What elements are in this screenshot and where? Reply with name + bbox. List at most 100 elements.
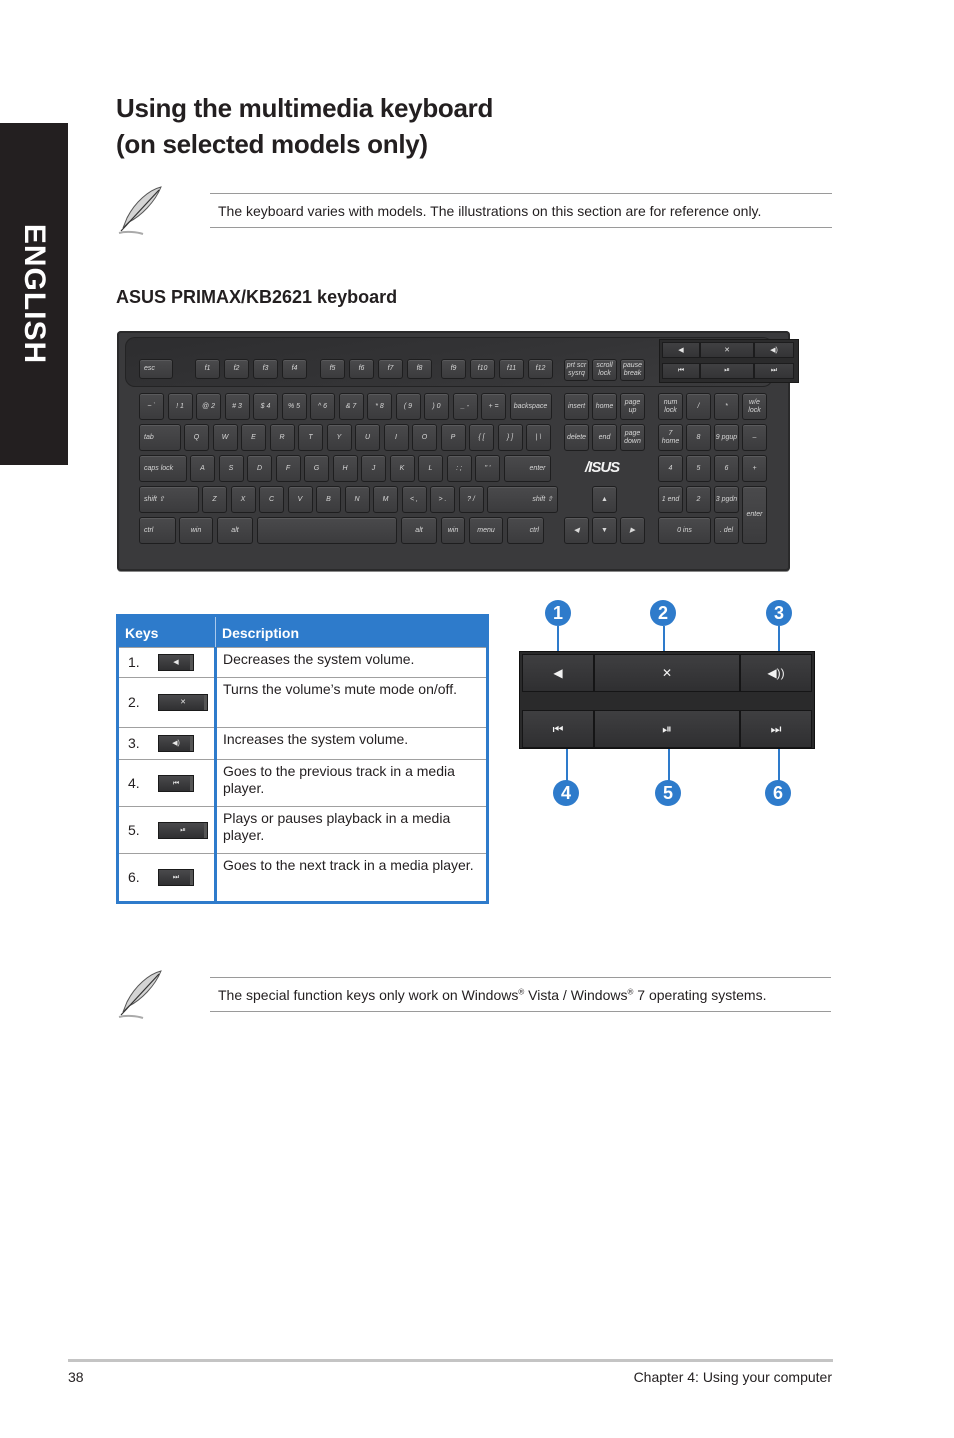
- mute-icon: ✕: [158, 694, 208, 711]
- key-number-row: + =: [481, 393, 506, 420]
- key-numpad: num lock: [658, 393, 683, 420]
- key-numpad-enter: enter: [742, 486, 767, 544]
- side-tab-label: ENGLISH: [18, 223, 51, 365]
- key-numpad: 1 end: [658, 486, 683, 513]
- key-description: Goes to the next track in a media player…: [215, 853, 486, 901]
- key-tab: tab: [139, 424, 181, 451]
- table-header-row: Keys Description: [119, 617, 486, 648]
- key-cell: 6. ⏭: [119, 853, 217, 901]
- mm-next-track-key: ⏭: [754, 363, 794, 379]
- key-home-row: H: [332, 455, 358, 482]
- key-backspace: backspace: [509, 393, 552, 420]
- row-number: 6.: [128, 868, 140, 885]
- key-shift-row: ? /: [458, 486, 484, 513]
- key-number-row: # 3: [224, 393, 250, 420]
- row-number: 5.: [128, 821, 140, 838]
- key-numpad: 7 home: [658, 424, 683, 451]
- key-arrow-right: ▶: [620, 517, 645, 544]
- key-qwerty-row: R: [269, 424, 295, 451]
- key-shift-row: > .: [430, 486, 455, 513]
- table-row: 6. ⏭ Goes to the next track in a media pla…: [119, 853, 486, 901]
- key-numpad: /: [686, 393, 711, 420]
- key-number-row: _ -: [452, 393, 478, 420]
- keyboard-illustration: esc f1 f2 f3 f4 f5 f6 f7 f8 f9 f10 f11 f12 prt scr sy…: [117, 331, 799, 571]
- key-shift-row: V: [287, 486, 313, 513]
- key-nav: home: [592, 393, 617, 420]
- key-home-row: " ': [475, 455, 500, 482]
- key-home-row: S: [218, 455, 244, 482]
- previous-track-icon: ⏮: [158, 774, 194, 792]
- key-left-alt: alt: [217, 517, 253, 544]
- note-text-part: Vista / Windows: [524, 986, 628, 1003]
- key-enter: enter: [503, 455, 551, 482]
- row-number: 3.: [128, 735, 140, 751]
- key-numpad: 9 pgup: [714, 424, 739, 451]
- key-home-row: : ;: [446, 455, 472, 482]
- key-f1: f1: [195, 359, 220, 379]
- key-left-ctrl: ctrl: [139, 517, 176, 544]
- key-spacebar: [257, 517, 397, 544]
- page-title-line1: Using the multimedia keyboard: [116, 93, 494, 123]
- key-number-row: $ 4: [253, 393, 278, 420]
- key-shift-row: X: [230, 486, 256, 513]
- mm-prev-track-key: ⏮: [662, 363, 700, 379]
- key-esc: esc: [139, 359, 173, 379]
- key-home-row: G: [304, 455, 329, 482]
- table-row: 4. ⏮ Goes to the previous track in a media…: [119, 759, 486, 807]
- key-menu: menu: [469, 517, 503, 544]
- callout-leader-4: [566, 749, 568, 781]
- key-numpad: *: [714, 393, 739, 420]
- key-shift-row: < ,: [401, 486, 427, 513]
- key-shift-row: M: [373, 486, 398, 513]
- key-home-row: L: [418, 455, 443, 482]
- play-pause-icon: ⏯: [158, 821, 208, 839]
- key-qwerty-row: U: [355, 424, 380, 451]
- mm-volume-up-key: ◀): [754, 342, 794, 358]
- key-cell: 3. ◀): [119, 727, 217, 760]
- language-side-tab: ENGLISH: [0, 123, 68, 465]
- key-number-row: ! 1: [167, 393, 193, 420]
- key-number-row: ) 0: [424, 393, 449, 420]
- key-f4: f4: [282, 359, 307, 379]
- key-arrow-down: ▼: [592, 517, 617, 544]
- key-qwerty-row: I: [383, 424, 409, 451]
- key-caps-lock: caps lock: [139, 455, 187, 482]
- key-description: Turns the volume’s mute mode on/off.: [215, 677, 486, 728]
- key-home-row: J: [361, 455, 386, 482]
- table-row: 3. ◀) Increases the system volume.: [119, 727, 486, 760]
- row-number: 1.: [128, 654, 140, 670]
- table-row: 1. ◀ Decreases the system volume.: [119, 647, 486, 678]
- callout-badge-5: 5: [655, 780, 681, 806]
- key-nav: delete: [564, 424, 589, 451]
- key-number-row: % 5: [281, 393, 307, 420]
- next-track-icon: ⏭: [158, 868, 194, 886]
- key-qwerty-row: | \: [526, 424, 551, 451]
- key-qwerty-row: T: [298, 424, 323, 451]
- key-numpad: 2: [686, 486, 711, 513]
- mm-volume-down-key: ◀: [662, 342, 700, 358]
- mm-mute-key: ✕: [700, 342, 754, 358]
- callout-badge-3: 3: [766, 600, 792, 626]
- callout-leader-5: [668, 749, 670, 781]
- callout-volume-up-key: ◀)): [740, 654, 812, 692]
- key-nav: page down: [620, 424, 645, 451]
- key-number-row: ~ `: [139, 393, 164, 420]
- key-numpad: 8: [686, 424, 711, 451]
- key-sys: pause break: [620, 359, 645, 381]
- key-shift-row: B: [316, 486, 341, 513]
- key-number-row: ( 9: [395, 393, 421, 420]
- key-number-row: @ 2: [196, 393, 221, 420]
- key-shift-row: N: [344, 486, 370, 513]
- key-f3: f3: [253, 359, 278, 379]
- callout-key-panel: ◀ ✕ ◀)) ⏮ ⏯ ⏭: [519, 651, 815, 749]
- callout-play-pause-key: ⏯: [594, 710, 740, 748]
- key-numpad: 3 pgdn: [714, 486, 739, 513]
- volume-down-icon: ◀: [158, 654, 194, 671]
- header-keys: Keys: [119, 617, 216, 648]
- key-numpad: w/e lock: [742, 393, 767, 420]
- key-shift-row: Z: [202, 486, 227, 513]
- callout-badge-1: 1: [545, 600, 571, 626]
- key-left-shift: shift ⇧: [139, 486, 199, 513]
- key-cell: 1. ◀: [119, 647, 217, 678]
- key-right-shift: shift ⇧: [487, 486, 558, 513]
